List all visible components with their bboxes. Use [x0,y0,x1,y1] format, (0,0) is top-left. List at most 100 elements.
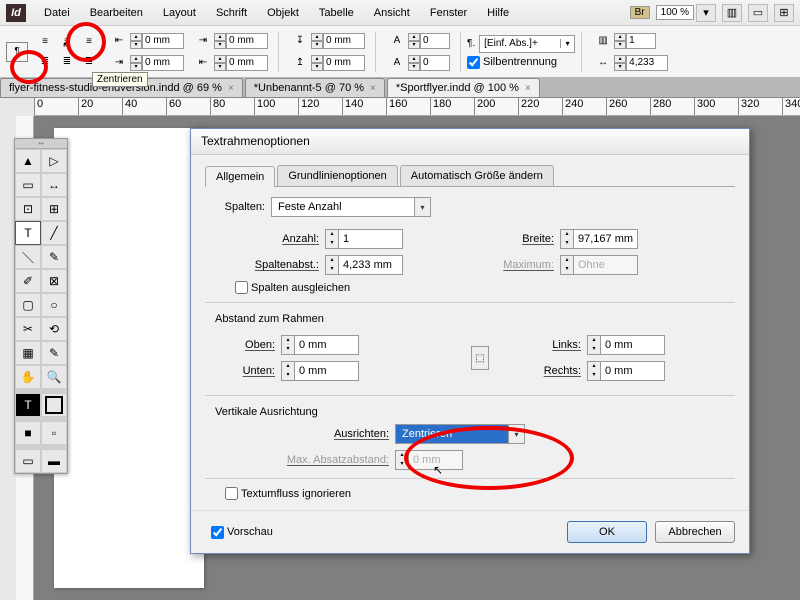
screen-mode-icon[interactable]: ▭ [748,4,768,22]
gutter-input[interactable] [626,55,668,71]
ok-button[interactable]: OK [567,521,647,543]
cursor-icon: ↖ [433,463,443,477]
last-line-input[interactable] [226,55,268,71]
view-preview-icon[interactable]: ▬ [41,449,67,473]
page-tool[interactable]: ▭ [15,173,41,197]
toolbox: •• ▲ ▷ ▭ ↔ ⊡ ⊞ T ╱ ＼ ✎ ✐ ⊠ ▢ ○ ✂ ⟲ ▦ ✎ ✋… [14,138,68,474]
type-path-tool[interactable]: ╱ [41,221,67,245]
content-placer-tool[interactable]: ⊞ [41,197,67,221]
ausrichten-select[interactable]: Zentrieren▾ [395,424,525,444]
align-right-icon[interactable]: ≡ [78,32,100,52]
document-tab[interactable]: *Sportflyer.indd @ 100 %× [387,78,540,97]
preview-checkbox[interactable]: Vorschau [211,521,273,543]
first-line-input[interactable] [226,33,268,49]
menu-objekt[interactable]: Objekt [257,4,309,22]
arrange-icon[interactable]: ⊞ [774,4,794,22]
zoom-dropdown[interactable]: ▾ [696,4,716,22]
ausrichten-label: Ausrichten: [265,428,395,440]
apply-none-icon[interactable]: ▫ [41,421,67,445]
paragraph-panel-icon[interactable]: ¶ [6,42,28,62]
gradient-tool[interactable]: ▦ [15,341,41,365]
menu-datei[interactable]: Datei [34,4,80,22]
unten-input[interactable] [295,361,359,381]
spalten-select[interactable]: Feste Anzahl▾ [271,197,431,217]
links-input[interactable] [601,335,665,355]
menu-bearbeiten[interactable]: Bearbeiten [80,4,153,22]
hyphenation-checkbox[interactable]: Silbentrennung [467,56,575,69]
menu-layout[interactable]: Layout [153,4,206,22]
rectangle-tool[interactable]: ▢ [15,293,41,317]
menu-tabelle[interactable]: Tabelle [309,4,364,22]
zoom-value[interactable]: 100 % [656,5,694,20]
zoom-tool[interactable]: 🔍 [41,365,67,389]
rectangle-frame-tool[interactable]: ⊠ [41,269,67,293]
justify-center-icon[interactable]: ≣ [56,52,78,72]
justify-right-icon[interactable]: ≣ [78,52,100,72]
bridge-badge[interactable]: Br [630,6,650,19]
menu-fenster[interactable]: Fenster [420,4,477,22]
oben-input[interactable] [295,335,359,355]
anzahl-input[interactable] [339,229,403,249]
tab-grundlinien[interactable]: Grundlinienoptionen [277,165,397,186]
close-icon[interactable]: × [525,83,531,94]
columns-input[interactable] [626,33,656,49]
close-icon[interactable]: × [370,83,376,94]
pen-tool[interactable]: ✎ [41,245,67,269]
stroke-swatch[interactable] [41,393,67,417]
justify-left-icon[interactable]: ≣ [34,52,56,72]
scissors-tool[interactable]: ✂ [15,317,41,341]
link-icon[interactable]: ⬚ [471,346,489,370]
indent-right-input[interactable] [142,55,184,71]
eyedropper-tool[interactable]: ✎ [41,341,67,365]
align-center-icon[interactable]: ≡↖ [56,32,78,52]
text-frame-options-dialog: Textrahmenoptionen Allgemein Grundlinien… [190,128,750,554]
type-tool[interactable]: T [15,221,41,245]
dropcap-lines-input[interactable] [420,33,450,49]
pencil-tool[interactable]: ✐ [15,269,41,293]
cancel-button[interactable]: Abbrechen [655,521,735,543]
menu-hilfe[interactable]: Hilfe [477,4,519,22]
dropcap-chars-icon: A [386,53,408,73]
app-logo: Id [6,4,26,22]
align-left-icon[interactable]: ≡ [34,32,56,52]
ruler-horizontal[interactable]: 0204060801001201401601802002202402602803… [34,98,800,116]
balance-checkbox[interactable]: Spalten ausgleichen [235,281,735,294]
gutter-icon: ↔ [592,53,614,73]
document-tab[interactable]: *Unbenannt-5 @ 70 %× [245,78,385,97]
dialog-title[interactable]: Textrahmenoptionen [191,129,749,155]
page[interactable] [54,128,204,588]
tab-allgemein[interactable]: Allgemein [205,166,275,187]
space-before-input[interactable] [323,33,365,49]
breite-input[interactable] [574,229,638,249]
menu-ansicht[interactable]: Ansicht [364,4,420,22]
abstand-group-label: Abstand zum Rahmen [215,313,735,325]
rechts-input[interactable] [601,361,665,381]
dropcap-chars-input[interactable] [420,55,450,71]
tab-auto-size[interactable]: Automatisch Größe ändern [400,165,554,186]
gap-tool[interactable]: ↔ [41,173,67,197]
control-bar: ¶ ≡ ≡↖ ≡ ≣ ≣ ≣ ⇤▴▾ ⇥▴▾ ⇥▴▾ ⇤▴▾ ↧▴▾ ↥▴▾ A… [0,26,800,78]
indent-left-icon: ⇤ [108,31,130,51]
paragraph-style-combo[interactable]: [Einf. Abs.]+▾ [479,35,575,53]
ignore-wrap-checkbox[interactable]: Textumfluss ignorieren [225,487,735,500]
menu-schrift[interactable]: Schrift [206,4,257,22]
direct-selection-tool[interactable]: ▷ [41,149,67,173]
line-tool[interactable]: ＼ [15,245,41,269]
links-label: Links: [537,339,587,351]
hand-tool[interactable]: ✋ [15,365,41,389]
ellipse-tool[interactable]: ○ [41,293,67,317]
view-mode-icon[interactable]: ▥ [722,4,742,22]
close-icon[interactable]: × [228,83,234,94]
maximum-input [574,255,638,275]
spaltenabst-input[interactable] [339,255,403,275]
transform-tool[interactable]: ⟲ [41,317,67,341]
selection-tool[interactable]: ▲ [15,149,41,173]
apply-color-icon[interactable]: ■ [15,421,41,445]
fill-swatch[interactable]: T [15,393,41,417]
first-line-icon: ⇥ [192,31,214,51]
indent-left-input[interactable] [142,33,184,49]
content-collector-tool[interactable]: ⊡ [15,197,41,221]
space-after-input[interactable] [323,55,365,71]
view-normal-icon[interactable]: ▭ [15,449,41,473]
toolbox-grip[interactable]: •• [15,139,67,149]
